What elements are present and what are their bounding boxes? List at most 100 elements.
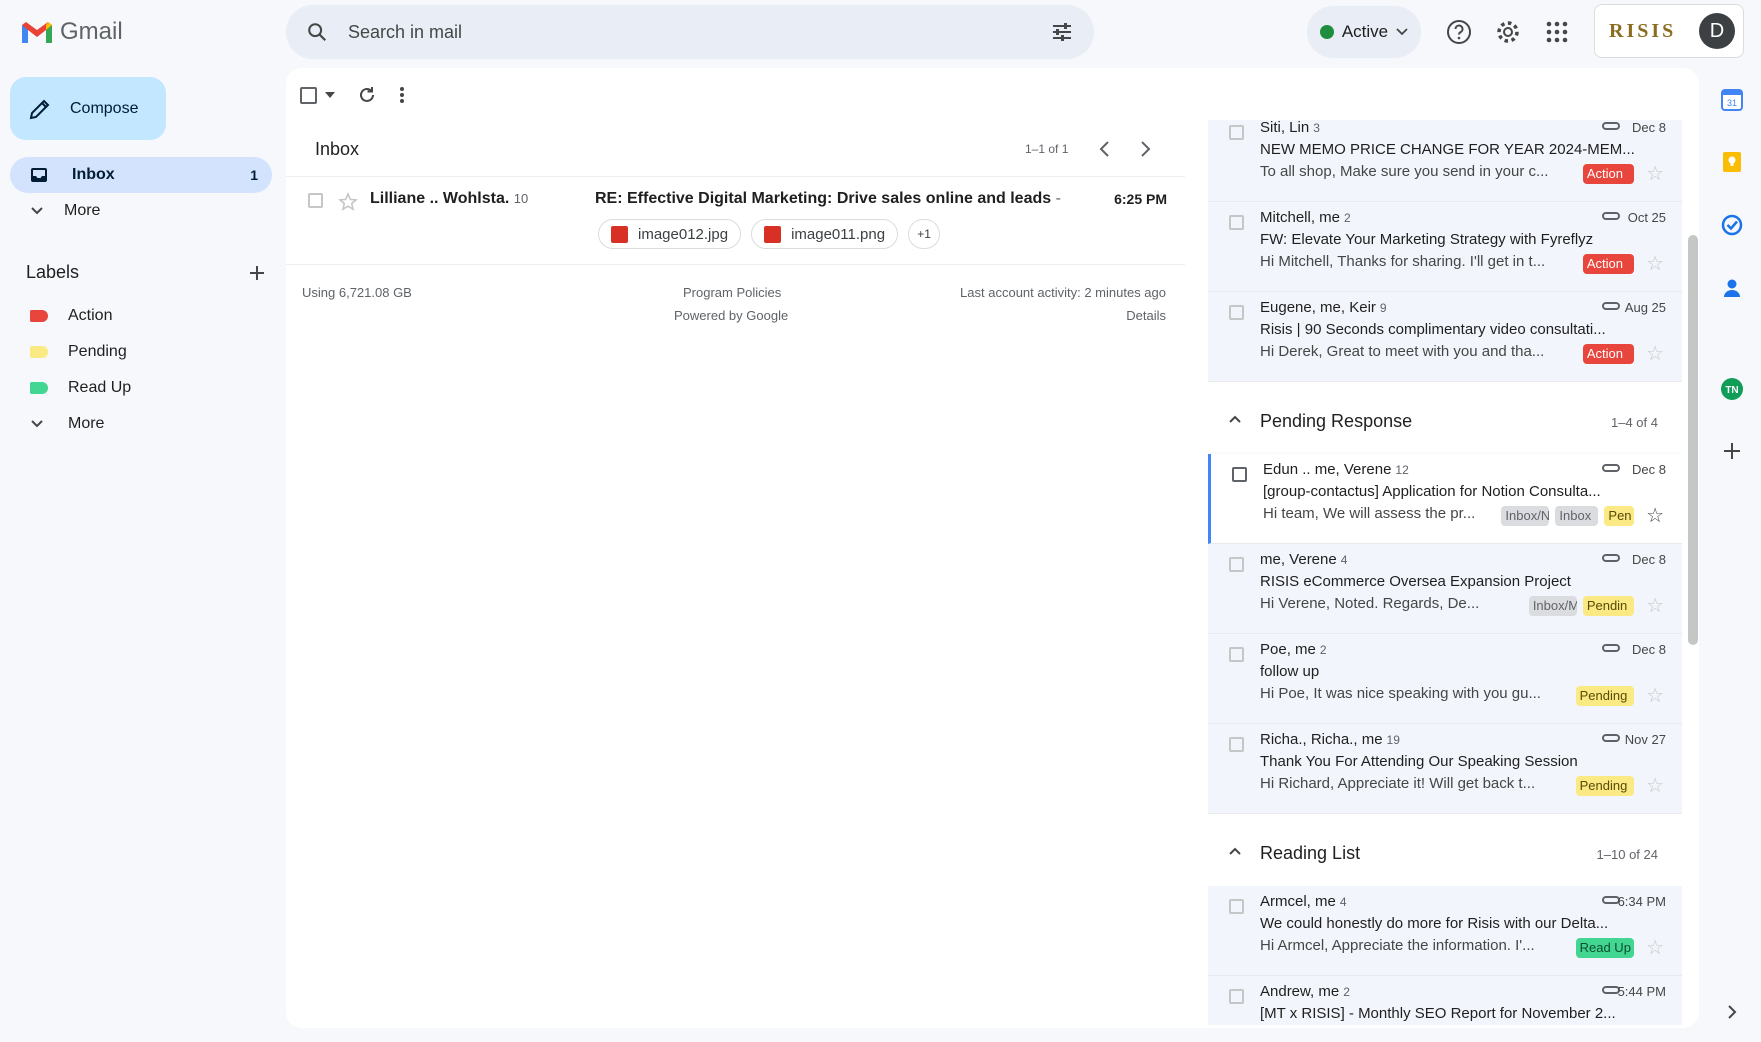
list-item[interactable]: Mitchell, me 2 Oct 25 FW: Elevate Your Mark… — [1208, 202, 1682, 292]
keep-icon[interactable] — [1718, 148, 1746, 176]
section-header-pending-response[interactable]: Pending Response 1–4 of 4 — [1208, 392, 1682, 454]
row-sender: Richa., Richa., me 19 — [1260, 731, 1400, 748]
sender-name: Lilliane .. Wohlsta. — [370, 190, 510, 207]
sidebar-label-read-up[interactable]: Read Up — [30, 374, 131, 402]
sidebar-labels-more[interactable]: More — [30, 410, 104, 438]
add-label-icon[interactable] — [248, 264, 266, 282]
compose-button[interactable]: Compose — [10, 77, 166, 140]
addon-tn-icon[interactable]: TN — [1718, 375, 1746, 403]
calendar-icon[interactable]: 31 — [1718, 86, 1746, 114]
details-link[interactable]: Details — [1126, 308, 1166, 323]
expand-side-panel-icon[interactable] — [1718, 998, 1746, 1026]
star-icon[interactable] — [338, 192, 358, 212]
checkbox[interactable] — [300, 86, 317, 104]
list-item[interactable]: Siti, Lin 3 Dec 8 NEW MEMO PRICE CHANGE FOR… — [1208, 120, 1682, 202]
row-checkbox[interactable] — [1229, 305, 1244, 320]
row-sender: Poe, me 2 — [1260, 641, 1327, 658]
storage-usage: Using 6,721.08 GB — [302, 285, 412, 300]
chevron-down-icon — [1396, 28, 1408, 36]
apps-grid-icon[interactable] — [1541, 16, 1573, 48]
star-icon[interactable]: ☆ — [1646, 596, 1664, 616]
attachment-clip-icon — [1602, 734, 1620, 742]
row-checkbox[interactable] — [1229, 647, 1244, 662]
section-header-reading-list[interactable]: Reading List 1–10 of 24 — [1208, 824, 1682, 886]
sidebar-label-action[interactable]: Action — [30, 302, 112, 330]
row-checkbox[interactable] — [1229, 125, 1244, 140]
list-item[interactable]: me, Verene 4 Dec 8 RISIS eCommerce Oversea … — [1208, 544, 1682, 634]
row-date: 5:44 PM — [1617, 984, 1666, 999]
row-checkbox[interactable] — [1232, 467, 1247, 482]
sidebar-item-more[interactable]: More — [10, 193, 272, 229]
star-icon[interactable]: ☆ — [1646, 164, 1664, 184]
refresh-icon[interactable] — [357, 85, 377, 105]
list-item[interactable]: Eugene, me, Keir 9 Aug 25 Risis | 90 Second… — [1208, 292, 1682, 382]
chevron-left-icon[interactable] — [1098, 140, 1110, 158]
sender-name: Edun .. me, Verene — [1263, 461, 1392, 478]
chevron-up-icon[interactable] — [1228, 414, 1242, 424]
avatar[interactable]: D — [1699, 13, 1735, 49]
sender-name: Eugene, me, Keir — [1260, 299, 1376, 316]
image-file-icon — [764, 225, 782, 243]
star-icon[interactable]: ☆ — [1646, 506, 1664, 526]
star-icon[interactable]: ☆ — [1646, 938, 1664, 958]
star-icon[interactable]: ☆ — [1646, 776, 1664, 796]
help-icon[interactable] — [1443, 16, 1475, 48]
list-item[interactable]: Andrew, me 2 5:44 PM [MT x RISIS] - Monthly… — [1208, 976, 1682, 1025]
organization-logo: RISIS — [1609, 19, 1677, 42]
sidebar-item-label: More — [64, 202, 101, 219]
select-all-checkbox[interactable] — [300, 86, 335, 104]
scrollbar[interactable] — [1688, 235, 1698, 645]
thread-count: 4 — [1340, 553, 1348, 567]
list-item[interactable]: Richa., Richa., me 19 Nov 27 Thank You For … — [1208, 724, 1682, 814]
attachment-chip[interactable]: image011.png — [751, 219, 899, 249]
tasks-icon[interactable] — [1718, 211, 1746, 239]
gmail-wordmark: Gmail — [60, 18, 123, 45]
sidebar-item-inbox[interactable]: Inbox 1 — [10, 157, 272, 193]
row-date: Nov 27 — [1624, 732, 1666, 747]
row-checkbox[interactable] — [1229, 737, 1244, 752]
page-range: 1–1 of 1 — [1025, 142, 1069, 156]
attachment-chip[interactable]: image012.jpg — [598, 219, 742, 249]
search-bar[interactable]: Search in mail — [286, 5, 1094, 59]
caret-down-icon[interactable] — [325, 92, 335, 98]
search-icon[interactable] — [306, 21, 328, 43]
row-checkbox[interactable] — [1229, 215, 1244, 230]
row-subject: RISIS eCommerce Oversea Expansion Projec… — [1260, 573, 1571, 590]
star-icon[interactable]: ☆ — [1646, 254, 1664, 274]
row-checkbox[interactable] — [1229, 899, 1244, 914]
calendar-day: 31 — [1727, 98, 1737, 108]
row-subject: [MT x RISIS] - Monthly SEO Report for No… — [1260, 1005, 1616, 1022]
star-icon[interactable]: ☆ — [1646, 344, 1664, 364]
row-snippet: Hi Derek, Great to meet with you and tha… — [1260, 343, 1545, 360]
program-policies-link[interactable]: Program Policies — [683, 285, 781, 300]
add-addon-icon[interactable] — [1718, 437, 1746, 465]
settings-gear-icon[interactable] — [1492, 16, 1524, 48]
list-toolbar — [300, 80, 405, 110]
label-tag-icon — [30, 382, 48, 394]
more-vertical-icon[interactable] — [399, 86, 405, 104]
more-attachments-chip[interactable]: +1 — [908, 219, 941, 249]
search-input[interactable]: Search in mail — [348, 22, 1050, 43]
row-subject: [group-contactus] Application for Notion… — [1263, 483, 1601, 500]
list-item[interactable]: Poe, me 2 Dec 8 follow up ☆ Pending Hi Poe, It… — [1208, 634, 1682, 724]
sidebar-label-pending[interactable]: Pending — [30, 338, 127, 366]
attachment-clip-icon — [1602, 212, 1620, 220]
row-checkbox[interactable] — [308, 193, 323, 208]
status-selector[interactable]: Active — [1307, 6, 1421, 58]
gmail-logo[interactable]: Gmail — [20, 14, 123, 50]
row-checkbox[interactable] — [1229, 989, 1244, 1004]
contacts-icon[interactable] — [1718, 274, 1746, 302]
star-icon[interactable]: ☆ — [1646, 686, 1664, 706]
list-item[interactable]: Edun .. me, Verene 12 Dec 8 [group-contactu… — [1208, 454, 1682, 544]
account-switcher[interactable]: RISIS D — [1594, 4, 1744, 58]
search-options-icon[interactable] — [1050, 20, 1074, 44]
multiple-inbox-pane: Siti, Lin 3 Dec 8 NEW MEMO PRICE CHANGE FOR… — [1208, 120, 1682, 1025]
chevron-up-icon[interactable] — [1228, 846, 1242, 856]
chevron-right-icon[interactable] — [1140, 140, 1152, 158]
table-row[interactable]: Lilliane .. Wohlsta. 10 RE: Effective Di… — [286, 176, 1185, 265]
row-date: Dec 8 — [1632, 462, 1666, 477]
row-checkbox[interactable] — [1229, 557, 1244, 572]
row-snippet: Hi Poe, It was nice speaking with you gu… — [1260, 685, 1541, 702]
list-item[interactable]: Armcel, me 4 6:34 PM We could honestly do m… — [1208, 886, 1682, 976]
section-title: Pending Response — [1260, 411, 1413, 431]
